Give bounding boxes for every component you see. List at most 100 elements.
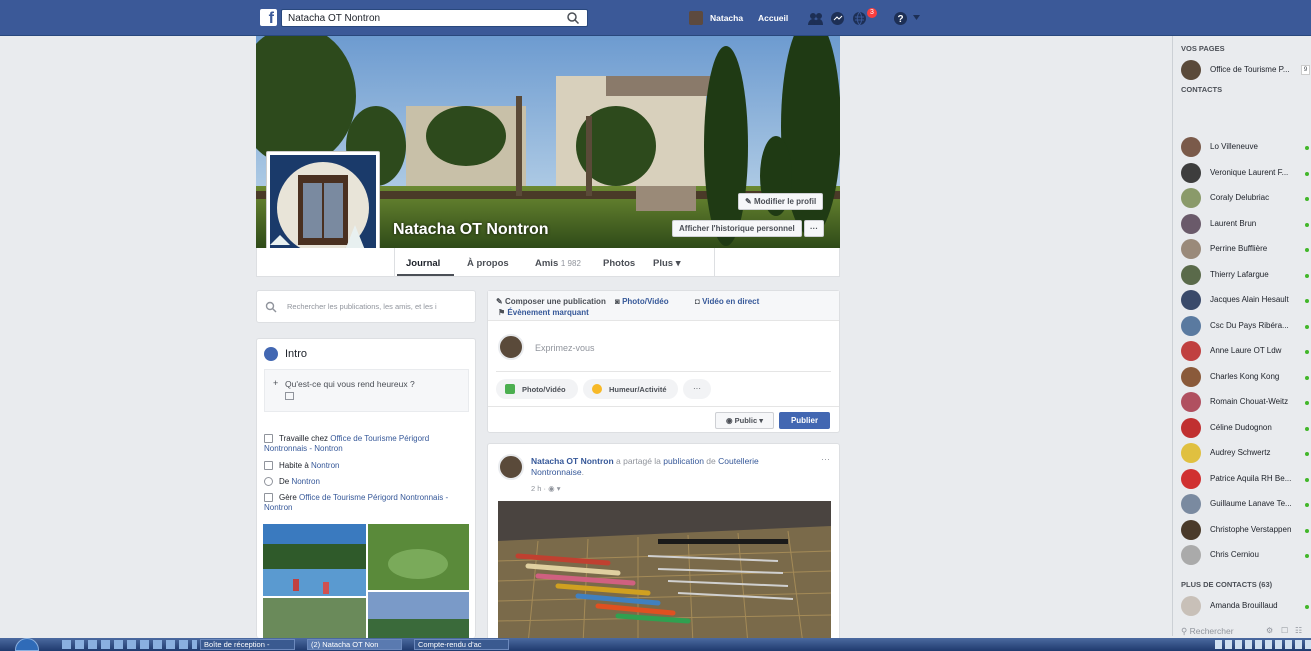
quick-launch-icons[interactable] (62, 640, 197, 649)
chat-search-input[interactable]: ⚲ Rechercher (1181, 626, 1234, 637)
chevron-down-icon[interactable] (913, 15, 920, 20)
contact-item[interactable]: Lo Villeneuve (1181, 137, 1309, 157)
pencil-icon: ✎ (496, 297, 505, 306)
contact-avatar (1181, 443, 1201, 463)
contact-item[interactable]: Charles Kong Kong (1181, 366, 1309, 387)
intro-work: Travaille chez Office de Tourisme Périgo… (264, 434, 430, 453)
edit-profile-button[interactable]: ✎ Modifier le profil (738, 193, 824, 210)
contact-item[interactable]: Romain Chouat-Weitz (1181, 392, 1309, 412)
contact-item[interactable]: Coraly Delubriac (1181, 188, 1309, 208)
chat-settings-icon[interactable]: ⚙ (1266, 626, 1273, 635)
taskbar-item-mail[interactable]: Boîte de réception - (200, 639, 295, 650)
intro-from: De Nontron (264, 477, 320, 487)
profile-link[interactable]: Natacha (710, 13, 743, 23)
camera-icon: ◙ (615, 297, 623, 306)
notifications-globe-icon[interactable] (852, 11, 867, 26)
contact-name: Anne Laure OT Ldw (1210, 346, 1282, 355)
user-avatar[interactable] (689, 11, 703, 25)
new-message-icon[interactable]: ☐ (1281, 626, 1288, 635)
intro-prompt-box[interactable]: + Qu'est-ce qui vous rend heureux ? (264, 369, 469, 412)
feeling-activity-button[interactable]: Humeur/Activité (583, 379, 678, 399)
online-indicator (1305, 426, 1309, 431)
tab-photos[interactable]: Photos (603, 258, 635, 269)
post-card: Natacha OT Nontron a partagé la publicat… (487, 443, 840, 644)
contact-item[interactable]: Audrey Schwertz (1181, 443, 1309, 463)
tab-about[interactable]: À propos (467, 258, 509, 269)
intro-title: Intro (285, 348, 308, 360)
contact-name: Perrine Bufflière (1210, 244, 1268, 253)
contact-item[interactable]: Veronique Laurent F... (1181, 162, 1309, 183)
contact-item[interactable]: Guillaume Lanave Te... (1181, 494, 1309, 514)
friend-requests-icon[interactable] (808, 11, 823, 26)
tab-journal[interactable]: Journal (406, 258, 440, 269)
contact-item[interactable]: Patrice Aquila RH Be... (1181, 468, 1309, 489)
briefcase-icon (264, 434, 273, 443)
page-item[interactable]: Office de Tourisme P... 9 (1181, 60, 1310, 80)
online-indicator (1305, 503, 1309, 507)
timeline-search[interactable]: Rechercher les publications, les amis, e… (256, 290, 476, 323)
photo-video-button[interactable]: Photo/Vidéo (496, 379, 578, 399)
post-author[interactable]: Natacha OT Nontron (531, 456, 614, 466)
location-pin-icon (264, 477, 273, 486)
activity-log-button[interactable]: Afficher l'historique personnel (672, 220, 802, 237)
your-pages-header: VOS PAGES (1181, 44, 1225, 53)
tab-photo-video[interactable]: ◙ Photo/Vidéo (615, 297, 669, 306)
contact-item[interactable]: Jacques Alain Hesault (1181, 290, 1309, 310)
intro-prompt[interactable]: Qu'est-ce qui vous rend heureux ? (285, 379, 415, 389)
contact-item[interactable]: Thierry Lafargue (1181, 264, 1309, 285)
home-link[interactable]: Accueil (758, 13, 788, 23)
contact-name: Coraly Delubriac (1210, 193, 1270, 202)
composer-card: ✎ Composer une publication ◙ Photo/Vidéo… (487, 290, 840, 433)
post-options-button[interactable]: ··· (821, 454, 830, 464)
contact-item[interactable]: Chris Cerniou (1181, 545, 1309, 565)
post-avatar[interactable] (498, 454, 524, 480)
start-button[interactable] (15, 638, 39, 651)
contacts-header: CONTACTS (1181, 85, 1223, 94)
timeline-search-input[interactable]: Rechercher les publications, les amis, e… (287, 302, 467, 311)
contact-item[interactable]: Csc Du Pays Ribéra... (1181, 315, 1309, 336)
contact-item[interactable]: Amanda Brouillaud (1181, 596, 1309, 616)
profile-more-button[interactable]: ··· (804, 220, 824, 237)
contact-item[interactable]: Anne Laure OT Ldw (1181, 341, 1309, 361)
help-icon[interactable]: ? (893, 11, 908, 26)
contact-item[interactable]: Perrine Bufflière (1181, 239, 1309, 259)
privacy-selector[interactable]: ◉ Public ▾ (715, 412, 774, 429)
contact-item[interactable]: Laurent Brun (1181, 213, 1309, 234)
nav-divider (394, 248, 395, 276)
tab-live-video[interactable]: ◘ Vidéo en direct (695, 297, 759, 306)
online-indicator (1305, 171, 1309, 176)
online-indicator (1305, 299, 1309, 303)
contact-item[interactable]: Christophe Verstappen (1181, 519, 1309, 540)
online-indicator (1305, 273, 1309, 278)
system-tray-icons[interactable] (1215, 640, 1311, 649)
post-timestamp[interactable]: 2 h · ◉ ▾ (531, 484, 560, 493)
page-avatar (1181, 60, 1201, 80)
tab-compose-post[interactable]: ✎ Composer une publication (496, 297, 606, 306)
top-bar: f Natacha OT Nontron Natacha Accueil 3 ? (0, 0, 1311, 36)
tab-friends[interactable]: Amis 1 982 (535, 258, 581, 269)
facebook-logo-icon[interactable]: f (260, 9, 277, 27)
taskbar-item-document[interactable]: Compte-rendu d'ac (414, 639, 509, 650)
os-taskbar: Boîte de réception - (2) Natacha OT Non … (0, 638, 1311, 651)
group-chat-icon[interactable]: ☷ (1295, 626, 1302, 635)
composer-input[interactable]: Exprimez-vous (535, 343, 595, 353)
composer-avatar (498, 334, 524, 360)
contact-avatar (1181, 519, 1201, 540)
post-image[interactable] (498, 501, 831, 644)
contact-item[interactable]: Céline Dudognon (1181, 417, 1309, 438)
messages-icon[interactable] (830, 11, 845, 26)
profile-name[interactable]: Natacha OT Nontron (393, 221, 549, 239)
tab-more[interactable]: Plus ▾ (653, 258, 680, 269)
taskbar-item-browser[interactable]: (2) Natacha OT Non (307, 639, 402, 650)
contact-avatar (1181, 137, 1201, 157)
contact-name: Laurent Brun (1210, 218, 1257, 228)
photo-grid[interactable] (263, 524, 469, 639)
more-contacts-header: PLUS DE CONTACTS (63) (1181, 580, 1273, 589)
tab-life-event[interactable]: ⚑ Évènement marquant (498, 308, 589, 317)
globe-icon (264, 347, 278, 361)
publish-button[interactable]: Publier (779, 412, 830, 429)
svg-text:?: ? (897, 14, 903, 25)
search-icon[interactable] (566, 11, 580, 25)
search-input[interactable]: Natacha OT Nontron (281, 9, 588, 27)
composer-more-button[interactable]: ··· (683, 379, 711, 399)
